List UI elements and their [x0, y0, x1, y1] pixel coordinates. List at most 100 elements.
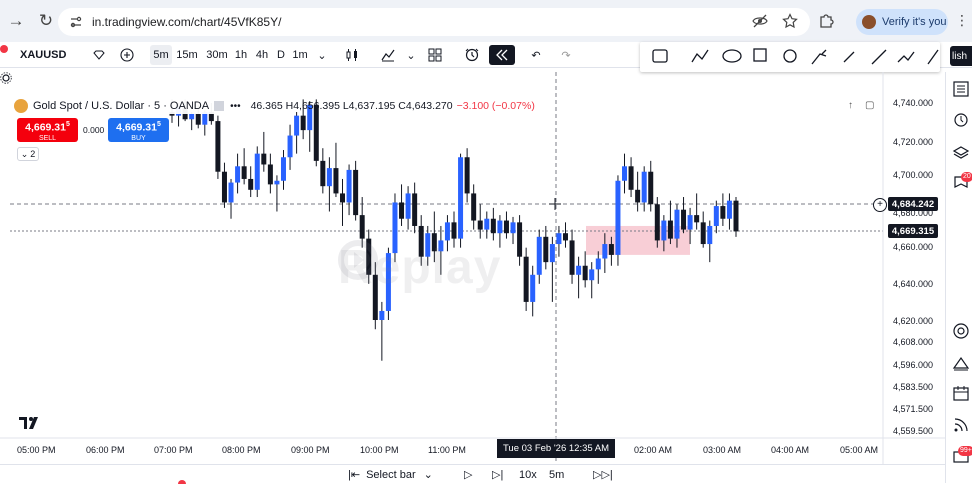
time-axis-label: 06:00 PM	[86, 445, 125, 455]
timeframe-d[interactable]: D	[276, 45, 286, 65]
chevron-down-icon: ⌄	[20, 148, 29, 159]
jump-to-realtime-icon[interactable]: ▷▷|	[593, 467, 613, 482]
reload-icon[interactable]: ↻	[32, 7, 60, 35]
candle	[379, 301, 385, 361]
chevron-down-icon[interactable]: ⌄	[316, 45, 328, 65]
timeframe-4h[interactable]: 4h	[255, 45, 269, 65]
buy-button[interactable]: 4,669.315 BUY	[108, 118, 169, 142]
publish-button[interactable]: lish	[950, 46, 972, 66]
sell-button[interactable]: 4,669.315 SELL	[17, 118, 78, 142]
symbol-search[interactable]: XAUUSD	[20, 45, 66, 65]
site-settings-icon[interactable]	[68, 14, 84, 30]
crosshair-time-tag: Tue 03 Feb '26 12:35 AM	[497, 439, 615, 458]
extensions-icon[interactable]	[818, 13, 834, 29]
timeframe-15m[interactable]: 15m	[176, 45, 198, 65]
replay-controls: |⇤ Select bar ⌄ ▷ ▷| 10x 5m ▷▷|	[0, 464, 945, 483]
candle	[464, 148, 470, 203]
timeframe-5m[interactable]: 5m	[150, 45, 172, 65]
chevron-down-icon[interactable]: ⌄	[405, 45, 417, 65]
broadcast-icon[interactable]	[952, 416, 970, 434]
price-axis-label: 4,583.500	[893, 382, 934, 392]
pane-controls: ↑ ▢	[848, 100, 874, 111]
candle-body	[353, 169, 359, 216]
legend-flag-icon[interactable]	[214, 101, 225, 111]
candle-body	[576, 265, 582, 275]
chart-legend: Gold Spot / U.S. Dollar · 5 · OANDA ••• …	[14, 98, 535, 114]
axis-settings-icon[interactable]	[0, 72, 12, 84]
undo-icon[interactable]: ↶	[528, 45, 544, 65]
arrow-up-icon[interactable]: ↑	[848, 100, 853, 111]
candle-body	[720, 206, 726, 219]
time-axis-label: 03:00 AM	[703, 445, 742, 455]
candle	[576, 256, 582, 299]
candle-body	[543, 236, 549, 263]
change-value: −3.100 (−0.07%)	[456, 100, 535, 112]
time-axis-label: 07:00 PM	[154, 445, 193, 455]
watchlist-icon[interactable]	[952, 80, 970, 98]
legend-collapse-button[interactable]: ⌄ 2	[17, 147, 39, 161]
candle-body	[477, 220, 483, 230]
time-axis-label: 02:00 AM	[634, 445, 673, 455]
eye-off-icon[interactable]	[752, 13, 768, 32]
candle-body	[280, 157, 286, 181]
candle	[536, 229, 542, 284]
interval-selector[interactable]: 5m	[549, 467, 564, 482]
add-alert-plus-icon[interactable]: +	[873, 198, 887, 212]
address-bar[interactable]: in.tradingview.com/chart/45VfK85Y/	[58, 8, 810, 36]
timeframe-30m[interactable]: 30m	[205, 45, 229, 65]
candle-body	[510, 222, 516, 234]
candle	[569, 229, 575, 284]
bookmark-star-icon[interactable]	[782, 13, 798, 32]
candles-style-icon[interactable]	[344, 45, 360, 65]
candle	[412, 182, 418, 234]
trendline-tool-icon	[871, 49, 887, 65]
step-forward-icon[interactable]: ▷|	[492, 467, 503, 482]
replay-back-button[interactable]	[489, 45, 515, 65]
indicators-icon[interactable]	[380, 45, 396, 65]
time-axis-label: 10:00 PM	[360, 445, 399, 455]
candle	[189, 112, 195, 131]
diamond-icon[interactable]	[92, 45, 106, 65]
candle-body	[726, 200, 732, 219]
candle-body	[497, 220, 503, 234]
maximize-pane-icon[interactable]: ▢	[865, 100, 874, 111]
forward-icon[interactable]: →	[2, 7, 30, 35]
candle-body	[536, 236, 542, 275]
play-icon[interactable]: ▷	[464, 467, 472, 482]
calendar-icon[interactable]	[952, 384, 970, 402]
candle	[733, 197, 739, 237]
candle	[241, 148, 247, 185]
candle-body	[458, 157, 464, 239]
timeframe-1h[interactable]: 1h	[234, 45, 248, 65]
status-indicator	[178, 480, 186, 484]
symbol-title[interactable]: Gold Spot / U.S. Dollar · 5 · OANDA	[33, 100, 209, 112]
price-axis-label: 4,559.500	[893, 426, 934, 436]
target-icon[interactable]	[952, 322, 970, 340]
layers-icon[interactable]	[952, 144, 970, 162]
select-bar-button[interactable]: |⇤ Select bar ⌄	[348, 467, 433, 482]
compare-add-icon[interactable]	[119, 45, 135, 65]
select-bar-label: Select bar	[366, 468, 416, 481]
candle-body	[674, 209, 680, 239]
url-text[interactable]: in.tradingview.com/chart/45VfK85Y/	[92, 15, 281, 29]
candle	[589, 262, 595, 299]
candle	[648, 160, 654, 212]
verify-profile-button[interactable]: Verify it's you	[856, 9, 948, 35]
candle-body	[681, 209, 687, 230]
layouts-grid-icon[interactable]	[427, 45, 443, 65]
alert-clock-icon[interactable]	[463, 45, 481, 65]
chart-pane[interactable]: Replay Gold Spot / U.S. Dollar · 5 · OAN…	[0, 72, 945, 483]
path-tool-icon	[691, 49, 709, 63]
browser-menu-icon[interactable]: ⋮	[955, 12, 969, 29]
speed-selector[interactable]: 10x	[519, 467, 537, 482]
legend-more-icon[interactable]: •••	[230, 101, 241, 112]
chart-triangle-icon[interactable]	[952, 354, 970, 372]
candle-body	[294, 115, 300, 136]
candle	[523, 247, 529, 311]
timeframe-1m[interactable]: 1m	[292, 45, 308, 65]
rectangle-tool-icon	[652, 49, 668, 63]
supply-zone[interactable]	[586, 225, 690, 255]
alerts-clock-icon[interactable]	[952, 110, 970, 128]
redo-icon[interactable]: ↷	[558, 45, 574, 65]
candle	[458, 153, 464, 248]
